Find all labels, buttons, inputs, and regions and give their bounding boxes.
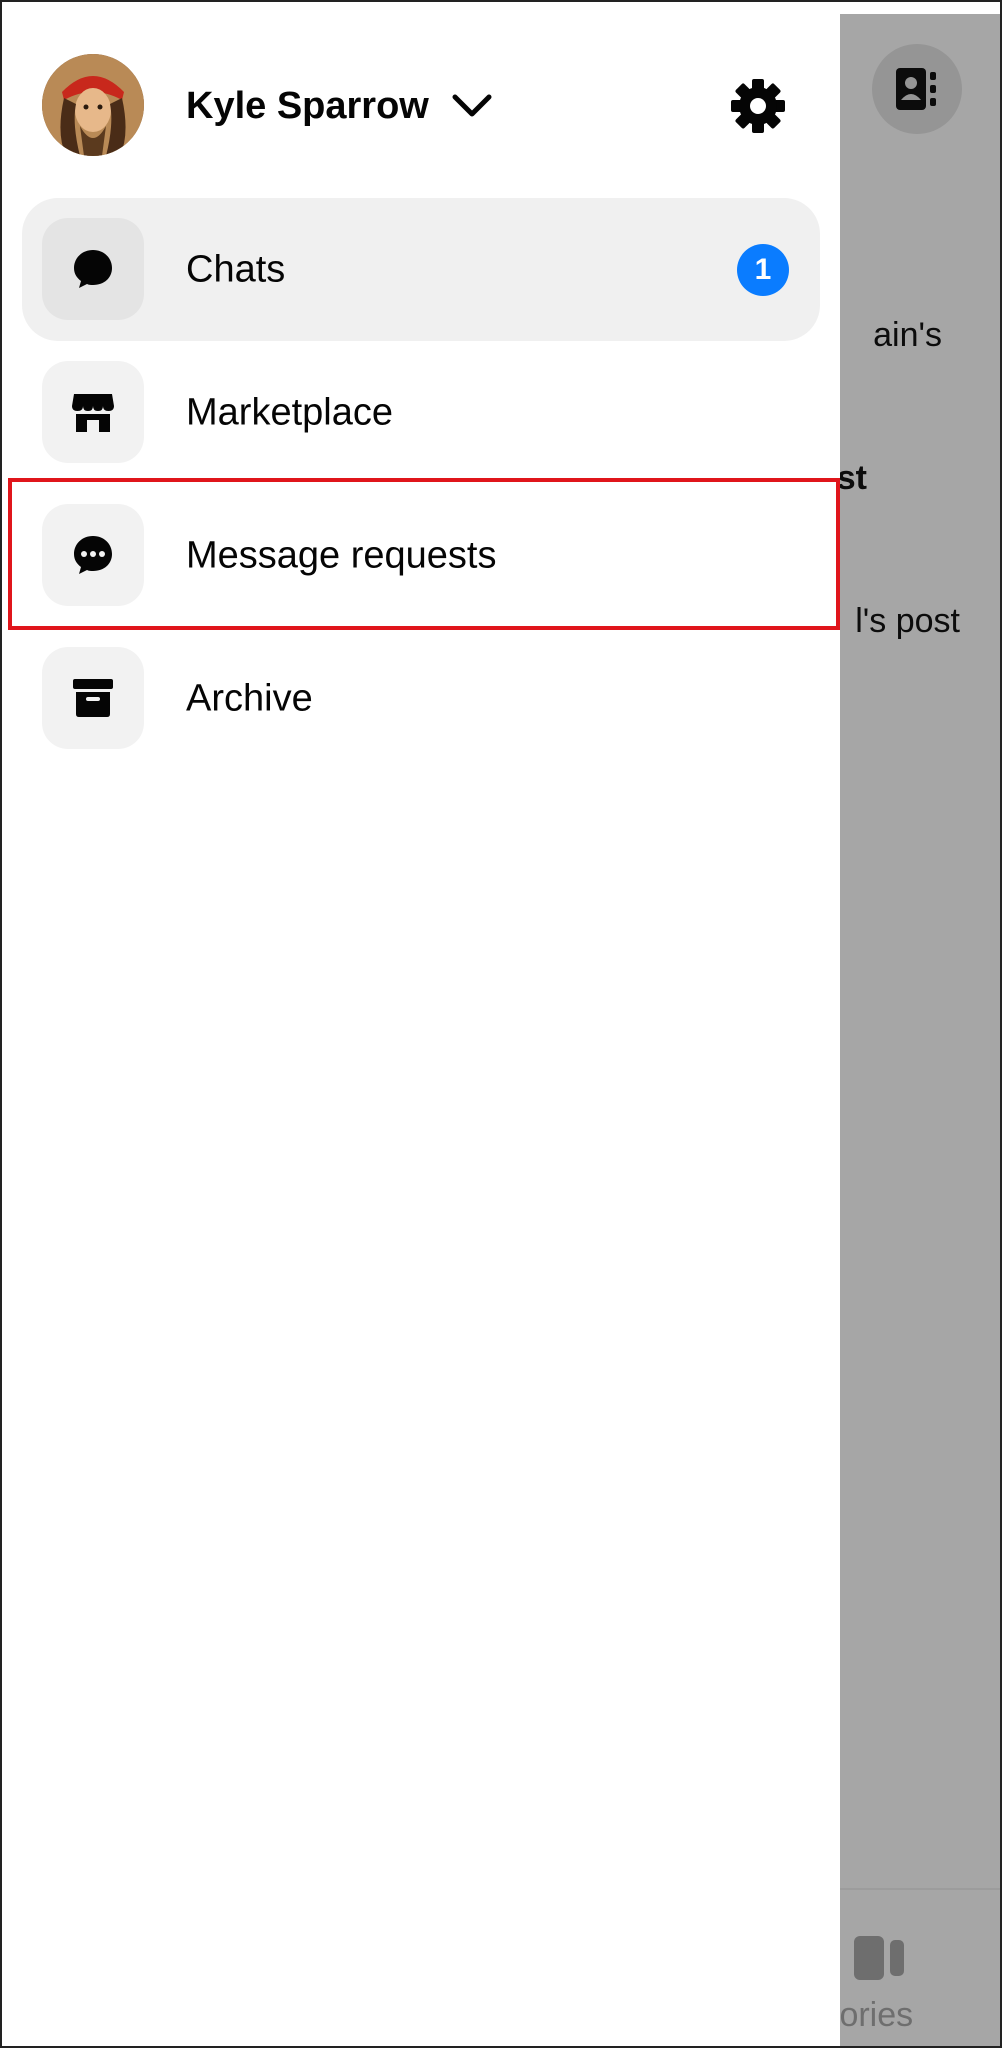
menu-item-label: Marketplace xyxy=(186,391,393,433)
settings-button[interactable] xyxy=(726,74,790,138)
stories-icon[interactable] xyxy=(852,1934,906,1982)
storefront-icon xyxy=(72,394,114,432)
chat-preview-snippet: st xyxy=(840,459,867,497)
drawer-header: Kyle Sparrow xyxy=(2,2,840,192)
menu-item-label: Archive xyxy=(186,677,313,719)
menu-item-archive[interactable]: Archive xyxy=(22,627,820,770)
contacts-button[interactable] xyxy=(872,44,962,134)
account-switcher[interactable]: Kyle Sparrow xyxy=(186,74,493,138)
chat-bubble-icon xyxy=(74,250,112,288)
stories-tab-label[interactable]: tories xyxy=(840,1996,913,2035)
contacts-book-icon xyxy=(896,68,936,110)
menu-icon-container xyxy=(42,361,144,463)
menu-icon-container xyxy=(42,218,144,320)
menu-icon-container xyxy=(42,504,144,606)
menu-item-chats[interactable]: Chats 1 xyxy=(22,198,820,341)
avatar[interactable] xyxy=(42,54,144,156)
bottom-navigation: tories xyxy=(840,1888,1000,2046)
chevron-down-icon xyxy=(452,94,492,117)
archive-box-icon xyxy=(73,679,113,717)
menu-item-marketplace[interactable]: Marketplace xyxy=(22,341,820,484)
menu-item-label: Chats xyxy=(186,248,286,290)
gear-icon xyxy=(731,79,785,133)
menu-item-label: Message requests xyxy=(186,534,497,576)
messenger-screen: ain's st l's post tories xyxy=(0,0,1002,2048)
chat-preview-snippet: ain's xyxy=(873,316,942,354)
menu-item-message-requests[interactable]: Message requests xyxy=(22,484,820,627)
profile-photo xyxy=(42,54,144,156)
menu-icon-container xyxy=(42,647,144,749)
navigation-drawer: Kyle Sparrow Chats 1 Marketplace Message… xyxy=(2,2,840,2046)
message-requests-icon xyxy=(74,536,112,574)
dimmed-chat-list-background[interactable]: ain's st l's post tories xyxy=(840,14,1000,2046)
unread-count-badge: 1 xyxy=(737,244,789,296)
chat-preview-snippet: l's post xyxy=(855,602,960,640)
account-name: Kyle Sparrow xyxy=(186,84,429,127)
